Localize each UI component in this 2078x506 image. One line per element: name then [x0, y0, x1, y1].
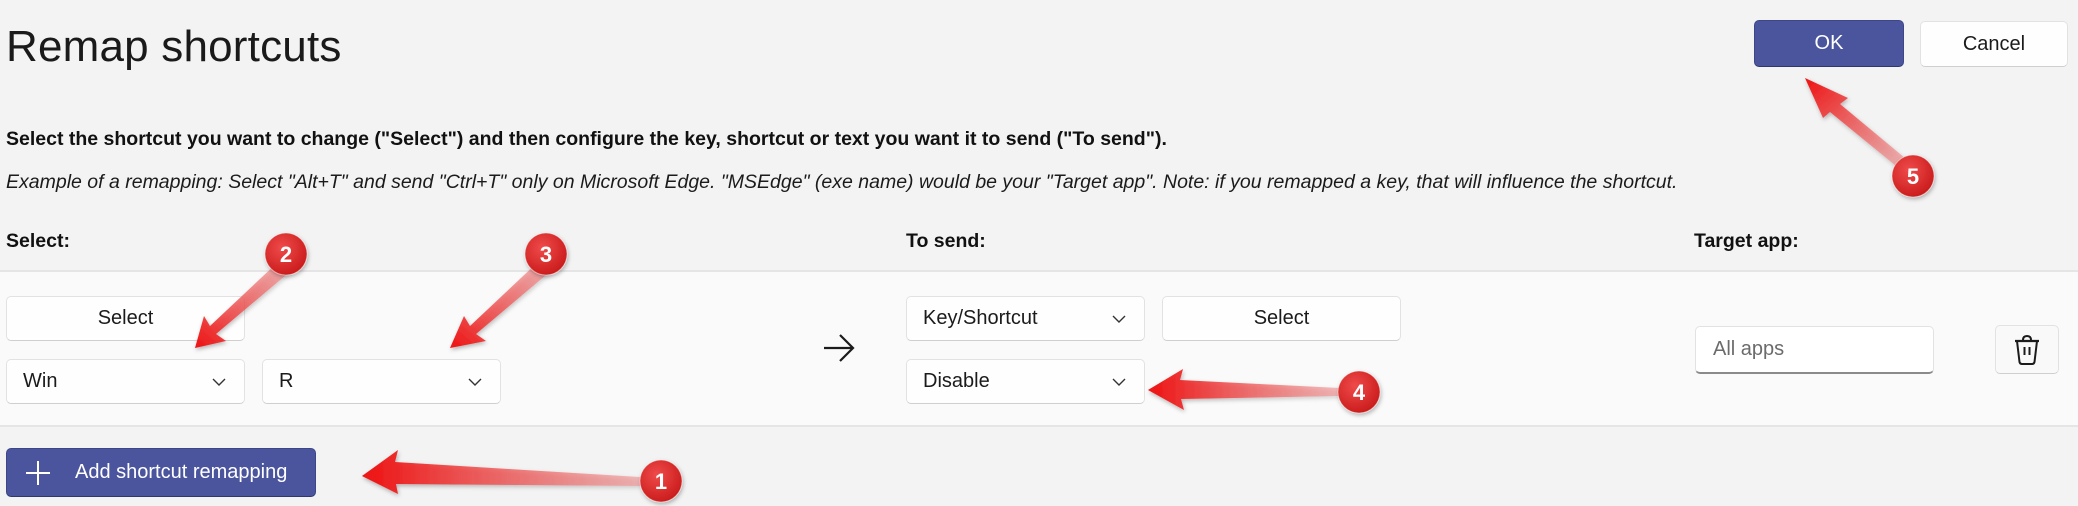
chevron-down-icon — [468, 378, 482, 386]
target-app-column-header: Target app: — [1694, 230, 1799, 252]
ok-button-label: OK — [1814, 32, 1844, 54]
action-key-dropdown[interactable]: R — [262, 359, 501, 404]
annotation-callout-2: 2 — [264, 232, 308, 276]
annotation-callout-3: 3 — [524, 232, 568, 276]
send-value-dropdown[interactable]: Disable — [906, 359, 1145, 404]
ok-button[interactable]: OK — [1754, 20, 1904, 67]
to-send-column-header: To send: — [906, 230, 986, 252]
chevron-down-icon — [1112, 315, 1126, 323]
target-app-input[interactable] — [1711, 337, 1933, 362]
send-select-button[interactable]: Select — [1162, 296, 1401, 341]
annotation-overlay: 1 2 3 4 5 — [195, 78, 1935, 503]
svg-text:5: 5 — [1907, 164, 1919, 189]
modifier-key-dropdown[interactable]: Win — [6, 359, 245, 404]
annotation-callout-1: 1 — [639, 459, 683, 503]
plus-icon — [26, 460, 50, 485]
annotation-arrow-5 — [1805, 78, 1905, 166]
add-shortcut-remapping-label: Add shortcut remapping — [75, 461, 288, 483]
action-key-value: R — [279, 370, 294, 392]
instructions-text: Select the shortcut you want to change (… — [6, 128, 1167, 150]
target-app-field[interactable] — [1695, 326, 1934, 374]
page-title: Remap shortcuts — [6, 22, 342, 71]
annotation-arrow-1 — [362, 450, 640, 494]
send-value: Disable — [923, 370, 990, 392]
chevron-down-icon — [1112, 378, 1126, 386]
select-shortcut-button-label: Select — [97, 307, 154, 329]
svg-text:3: 3 — [540, 242, 552, 267]
delete-remapping-button[interactable] — [1995, 325, 2059, 374]
add-shortcut-remapping-button[interactable]: Add shortcut remapping — [6, 448, 316, 497]
svg-text:1: 1 — [655, 469, 667, 494]
trash-icon — [2015, 334, 2039, 365]
svg-text:2: 2 — [280, 242, 292, 267]
send-select-button-label: Select — [1253, 307, 1310, 329]
cancel-button-label: Cancel — [1962, 32, 2026, 55]
chevron-down-icon — [212, 378, 226, 386]
arrow-right-icon — [824, 334, 855, 362]
example-text: Example of a remapping: Select "Alt+T" a… — [6, 171, 1678, 193]
annotation-callout-5: 5 — [1891, 154, 1935, 198]
cancel-button[interactable]: Cancel — [1920, 21, 2068, 67]
send-type-dropdown[interactable]: Key/Shortcut — [906, 296, 1145, 341]
send-type-value: Key/Shortcut — [923, 307, 1038, 329]
select-column-header: Select: — [6, 230, 70, 252]
select-shortcut-button[interactable]: Select — [6, 296, 245, 341]
modifier-key-value: Win — [23, 370, 58, 392]
